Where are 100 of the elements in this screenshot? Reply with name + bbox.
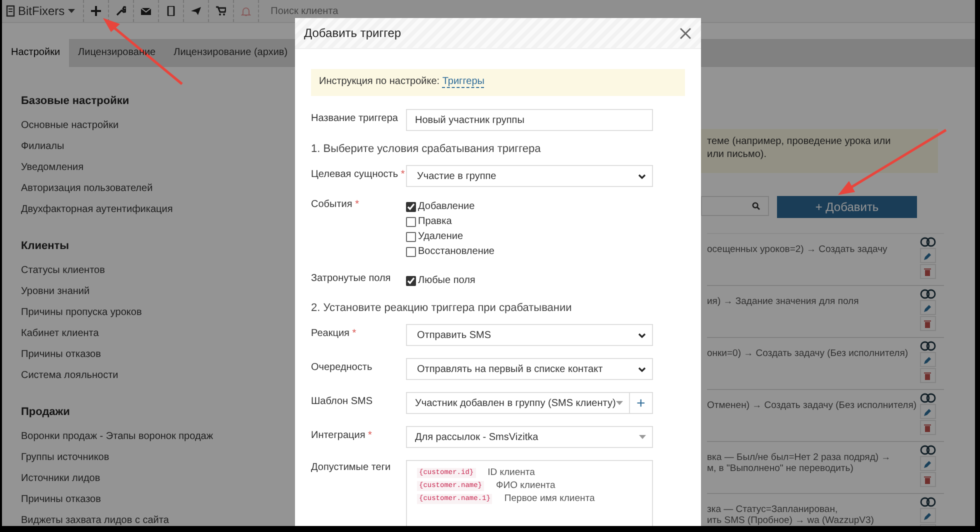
close-icon[interactable] — [680, 28, 691, 38]
delete-button[interactable] — [920, 420, 936, 435]
pencil-icon[interactable] — [924, 356, 932, 364]
sidebar-item[interactable]: Основные настройки — [21, 115, 296, 136]
checkbox-option[interactable]: Восстановление — [406, 244, 653, 259]
checkbox-option[interactable]: Правка — [406, 214, 653, 229]
notice-text: теме (например, проведение урока или — [707, 135, 892, 148]
checkbox[interactable] — [406, 246, 416, 256]
envelope-icon[interactable] — [140, 6, 151, 16]
sidebar-item[interactable]: Статусы клиентов — [21, 260, 296, 281]
edit-button[interactable] — [920, 404, 936, 419]
search-icon[interactable] — [752, 202, 760, 210]
sidebar-item[interactable]: Филиалы — [21, 136, 296, 157]
trigger-text: вка — Был/не был=Нет 2 раза подряд) → — [707, 452, 891, 463]
toggle-icon[interactable] — [920, 393, 936, 403]
sidebar-item[interactable]: Причины пропуска уроков — [21, 302, 296, 323]
search-field[interactable]: Поиск клиента — [270, 6, 391, 16]
section-heading: Базовые настройки — [21, 94, 130, 109]
select-field[interactable]: Для рассылок - SmsVizitka — [406, 426, 653, 448]
edit-button[interactable] — [920, 456, 936, 471]
sidebar-item[interactable]: Виджеты захвата лидов с сайта — [21, 510, 296, 526]
cart-icon[interactable] — [216, 6, 226, 16]
checkbox-option[interactable]: Любые поля — [406, 273, 653, 288]
checkbox[interactable] — [406, 216, 416, 226]
trigger-text: ить SMS (Пробное) → wa (WazzupV3) — [707, 515, 874, 526]
chevron-icon[interactable] — [638, 366, 646, 372]
trigger-text: м, в "Выполнено" не переводить) — [707, 463, 854, 474]
trash-icon[interactable] — [924, 424, 932, 432]
caret-icon[interactable] — [639, 435, 646, 439]
pencil-icon[interactable] — [924, 408, 932, 416]
sidebar-item[interactable]: Причины отказов — [21, 489, 296, 510]
pencil-icon[interactable] — [924, 460, 932, 468]
sidebar-item[interactable]: Система лояльности — [21, 365, 296, 386]
toggle-icon[interactable] — [920, 445, 936, 455]
sidebar-item[interactable]: Уровни знаний — [21, 281, 296, 302]
trash-icon[interactable] — [924, 320, 932, 328]
pencil-icon[interactable] — [924, 252, 932, 260]
server-icon[interactable] — [6, 5, 15, 17]
checkbox[interactable] — [406, 276, 416, 286]
checkbox-option[interactable]: Добавление — [406, 199, 653, 214]
text-field[interactable]: Новый участник группы — [406, 109, 653, 131]
caret-icon[interactable] — [68, 9, 75, 13]
caret-icon[interactable] — [616, 401, 623, 405]
trash-icon[interactable] — [924, 476, 932, 484]
chevron-icon[interactable] — [638, 332, 646, 338]
pencil-icon[interactable] — [924, 304, 932, 312]
sidebar-item[interactable]: Уведомления — [21, 157, 296, 178]
notice-text: или письмо). — [707, 148, 768, 161]
edit-button[interactable] — [920, 300, 936, 315]
select-field[interactable]: Отправлять на первый в списке контакт — [406, 358, 653, 380]
select-field[interactable]: Участие в группе — [406, 165, 653, 187]
sidebar-item[interactable]: Авторизация пользователей — [21, 178, 296, 199]
trash-icon[interactable] — [924, 268, 932, 276]
sidebar-item[interactable]: Группы источников — [21, 447, 296, 468]
tab[interactable]: Настройки — [2, 39, 70, 67]
pencil-icon[interactable] — [924, 512, 932, 520]
select-field[interactable]: Отправить SMS — [406, 324, 653, 346]
trigger-text: онки=0) → Создать задачу (Без исполнителя) — [707, 348, 908, 359]
section-heading: Продажи — [21, 405, 71, 420]
tag-description: ID клиента — [488, 467, 535, 478]
sidebar-item[interactable]: Кабинет клиента — [21, 323, 296, 344]
trash-icon[interactable] — [924, 372, 932, 380]
delete-button[interactable] — [920, 316, 936, 331]
brand-menu[interactable]: BitFixers — [2, 0, 84, 22]
chevron-icon[interactable] — [638, 174, 646, 178]
toggle-icon[interactable] — [920, 341, 936, 351]
phone-icon[interactable] — [166, 6, 176, 16]
toggle-icon[interactable] — [920, 497, 936, 507]
field-label: События * — [311, 199, 360, 212]
brand-name: BitFixers — [18, 4, 65, 18]
trigger-text: зка — Статус=Запланирован, — [707, 504, 839, 515]
add-button[interactable]: + Добавить — [777, 196, 917, 218]
sidebar-item[interactable]: Причины отказов — [21, 344, 296, 365]
edit-button[interactable] — [920, 508, 936, 523]
sidebar-item[interactable]: Источники лидов — [21, 468, 296, 489]
checkbox[interactable] — [406, 202, 416, 212]
toggle-icon[interactable] — [920, 237, 936, 247]
sidebar-item[interactable]: Двухфакторная аутентификация — [21, 199, 296, 220]
delete-button[interactable] — [920, 368, 936, 383]
field-label: Затронутые поля — [311, 273, 392, 286]
checkbox[interactable] — [406, 232, 416, 242]
field-label: Название триггера — [311, 112, 399, 126]
plus-icon[interactable] — [90, 6, 101, 16]
filter-field[interactable] — [701, 196, 769, 216]
help-link[interactable]: Триггеры — [442, 76, 484, 88]
field-label: Целевая сущность * — [311, 168, 406, 182]
sidebar-item[interactable]: Воронки продаж - Этапы воронок продаж — [21, 426, 296, 447]
select-field[interactable]: Участник добавлен в группу (SMS клиенту) — [406, 392, 630, 414]
wrench-icon[interactable] — [116, 6, 126, 16]
checkbox-option[interactable]: Удаление — [406, 229, 653, 244]
add-button[interactable]: + — [630, 392, 653, 414]
toggle-icon[interactable] — [920, 289, 936, 299]
field-label: Шаблон SMS — [311, 395, 374, 409]
delete-button[interactable] — [920, 264, 936, 279]
edit-button[interactable] — [920, 248, 936, 263]
paper-plane-icon[interactable] — [190, 6, 201, 16]
tab[interactable]: Лицензирование (архив) — [164, 39, 297, 67]
field-label: Допустимые теги — [311, 461, 392, 475]
edit-button[interactable] — [920, 352, 936, 367]
delete-button[interactable] — [920, 472, 936, 487]
